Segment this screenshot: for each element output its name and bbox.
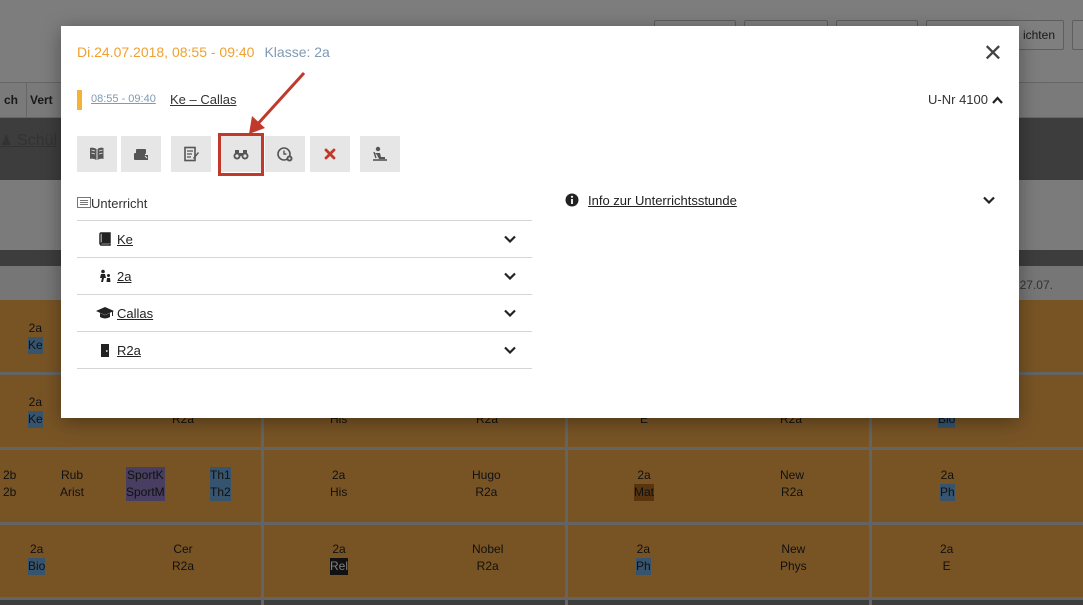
close-icon[interactable]: ✕ [983, 42, 1003, 66]
chevron-up-icon [992, 92, 1003, 107]
chevron-down-icon[interactable] [504, 305, 516, 320]
lesson-class: Klasse: 2a [264, 44, 330, 60]
homework-icon [134, 149, 148, 160]
lesson-type-header: Unterricht [77, 186, 532, 221]
teacher-link[interactable]: Callas [117, 306, 153, 321]
room-link[interactable]: R2a [117, 343, 141, 358]
lesson-details-list: Unterricht Ke 2a Callas R2a [77, 186, 532, 369]
highlight-box [218, 133, 264, 176]
info-icon [565, 193, 579, 210]
lesson-number-toggle[interactable]: U-Nr 4100 [928, 92, 1003, 107]
lesson-number: U-Nr 4100 [928, 92, 988, 107]
chevron-down-icon[interactable] [983, 192, 995, 207]
chevron-down-icon[interactable] [504, 342, 516, 357]
list-item-room[interactable]: R2a [77, 332, 532, 369]
lesson-color-bar [77, 90, 82, 110]
cancel-lesson-button[interactable] [310, 136, 350, 172]
list-item-subject[interactable]: Ke [77, 221, 532, 258]
dialog-title: Di.24.07.2018, 08:55 - 09:40 Klasse: 2a [77, 44, 330, 60]
lesson-info-link[interactable]: Info zur Unterrichtsstunde [588, 193, 737, 208]
chevron-down-icon[interactable] [504, 268, 516, 283]
list-item-teacher[interactable]: Callas [77, 295, 532, 332]
chevron-down-icon[interactable] [504, 231, 516, 246]
book-icon [93, 232, 117, 246]
seat-person-icon [373, 146, 387, 161]
list-item-class[interactable]: 2a [77, 258, 532, 295]
lesson-name-link[interactable]: Ke – Callas [170, 92, 236, 107]
class-link[interactable]: 2a [117, 269, 131, 284]
open-book-icon [90, 147, 104, 160]
notes-button[interactable] [171, 136, 211, 172]
list-icon [77, 196, 91, 211]
cancel-icon [324, 148, 336, 160]
lesson-type-label: Unterricht [91, 195, 148, 211]
time-settings-button[interactable] [265, 136, 305, 172]
door-icon [93, 343, 117, 358]
notes-icon [184, 146, 199, 162]
lesson-info-section[interactable]: Info zur Unterrichtsstunde [565, 192, 995, 212]
class-group-icon [93, 269, 117, 283]
homework-button[interactable] [121, 136, 161, 172]
lesson-content-button[interactable] [77, 136, 117, 172]
clock-settings-icon [277, 147, 293, 162]
seating-plan-button[interactable] [360, 136, 400, 172]
lesson-header: 08:55 - 09:40 Ke – Callas U-Nr 4100 [77, 90, 1003, 110]
lesson-date-time: Di.24.07.2018, 08:55 - 09:40 [77, 44, 255, 60]
graduation-cap-icon [93, 306, 117, 320]
annotation-arrow [249, 71, 306, 134]
lesson-time-link[interactable]: 08:55 - 09:40 [91, 93, 156, 105]
lesson-dialog: Di.24.07.2018, 08:55 - 09:40 Klasse: 2a ✕… [61, 26, 1019, 418]
subject-link[interactable]: Ke [117, 232, 133, 247]
